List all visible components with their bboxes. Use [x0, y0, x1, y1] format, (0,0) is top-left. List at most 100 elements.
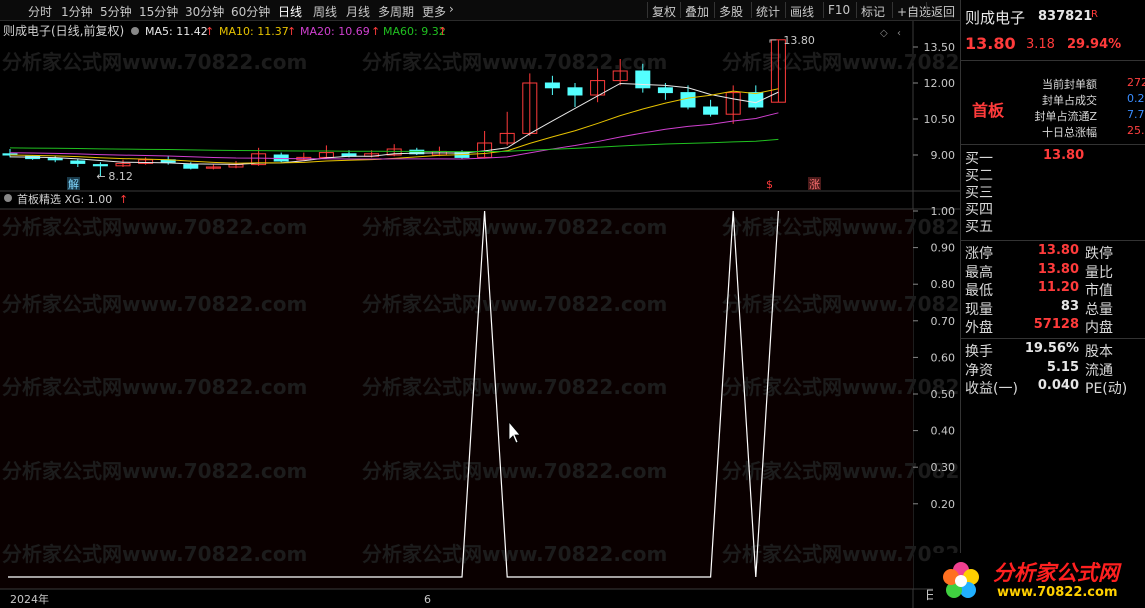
period-tab[interactable]: 日线 [278, 3, 302, 20]
detail-value: 57128 [1033, 317, 1079, 332]
arrow-up-icon: ↑ [371, 25, 380, 38]
chevron-right-icon[interactable]: › [449, 2, 454, 16]
watermark-text: 分析家公式网www.70822.com [362, 542, 667, 566]
fund-value: 5.15 [1046, 359, 1079, 375]
chart-area: 分析家公式网www.70822.com 分析家公式网www.70822.com 分析… [0, 21, 960, 608]
fund-label: PE(动) [1085, 381, 1128, 397]
toolbar-separator [823, 2, 824, 18]
code-suffix: R [1091, 9, 1098, 20]
watermark-text: 分析家公式网www.70822.com [362, 292, 667, 316]
quote-panel: 则成电子 837821 R 13.80 3.18 29.94% 首板 当前封单额… [925, 0, 1145, 608]
fund-label: 收益(一) [965, 381, 1018, 397]
toolbar-separator [785, 2, 786, 18]
toolbar-separator [647, 2, 648, 18]
stat-value: 2727 [1127, 76, 1145, 89]
watermark-text: 分析家公式网www.70822.com [2, 215, 307, 239]
detail-label: 最低 [965, 283, 993, 299]
toolbar-button[interactable]: 画线 [790, 3, 814, 20]
watermark-text: 分析家公式网www.70822.com [2, 459, 307, 483]
toolbar-button[interactable]: F10 [828, 3, 850, 17]
dollar-marker: $ [766, 178, 773, 191]
period-tab[interactable]: 更多 [422, 3, 446, 20]
toolbar-separator [680, 2, 681, 18]
price-axis-label: 12.00 [924, 77, 956, 90]
settings-dot-icon[interactable] [131, 27, 139, 35]
ma-legend: MA60: 9.32 [383, 25, 446, 38]
detail-label: 外盘 [965, 320, 993, 336]
detail-label: 内盘 [1085, 320, 1113, 336]
period-tab[interactable]: 月线 [346, 3, 370, 20]
chart-title: 则成电子(日线,前复权) [3, 23, 124, 38]
logo-url: www.70822.com [997, 585, 1118, 600]
chevron-left-icon[interactable]: ‹ [897, 28, 901, 39]
indicator-axis-label: 0.20 [931, 498, 956, 511]
low-price-label: 8.12 [108, 170, 132, 183]
stat-label: 封单占流通Z [1034, 110, 1097, 123]
fund-label: 净资 [965, 362, 993, 379]
current-price: 13.80 [965, 34, 1016, 53]
indicator-axis-label: 0.40 [931, 425, 956, 438]
candle-body [748, 92, 764, 108]
toolbar-button[interactable]: 标记 [861, 3, 885, 20]
candle-body [680, 92, 696, 108]
time-axis-label: 6 [424, 593, 431, 606]
arrow-up-icon: ↑ [119, 193, 128, 206]
stat-label: 封单占成交 [1042, 94, 1097, 107]
indicator-axis-label: 1.00 [931, 205, 956, 218]
indicator-axis-label: 0.60 [931, 351, 956, 364]
candle-body [92, 164, 108, 167]
watermark-text: 分析家公式网www.70822.com [362, 50, 667, 74]
watermark-text: 分析家公式网www.70822.com [722, 292, 960, 316]
price-axis-label: 9.00 [931, 149, 956, 162]
candle-body [657, 87, 673, 94]
period-tab[interactable]: 15分钟 [139, 3, 178, 20]
period-tab[interactable]: 5分钟 [100, 3, 132, 20]
period-tab[interactable]: 多周期 [378, 3, 414, 20]
watermark-text: 分析家公式网www.70822.com [2, 292, 307, 316]
high-price-label: 13.80 [783, 34, 815, 47]
detail-label: 跌停 [1085, 246, 1113, 262]
toolbar-button[interactable]: 叠加 [685, 3, 709, 20]
time-axis-label: 2024年 [10, 592, 49, 606]
period-tab[interactable]: 周线 [313, 3, 337, 20]
brand-logo: 分析家公式网 www.70822.com [933, 553, 1145, 608]
arrow-up-icon: ↑ [287, 25, 296, 38]
toolbar-button[interactable]: 复权 [652, 3, 676, 20]
divider [961, 240, 1145, 241]
stat-label: 当前封单额 [1042, 78, 1097, 91]
detail-value: 11.20 [1037, 280, 1079, 295]
detail-value: 83 [1060, 298, 1079, 314]
toolbar-button[interactable]: 多股 [719, 3, 743, 20]
price-axis-label: 13.50 [924, 41, 956, 54]
candle-body [567, 87, 583, 96]
period-tab[interactable]: 分时 [28, 3, 52, 20]
candle-body [183, 164, 199, 169]
toolbar-button[interactable]: 返回 [931, 3, 955, 20]
detail-label: 现量 [965, 301, 993, 318]
indicator-axis-label: 0.80 [931, 278, 956, 291]
indicator-pane-bg [0, 209, 913, 589]
limit-up-marker: 涨 [809, 178, 820, 191]
fund-value: 19.56% [1024, 341, 1079, 356]
detail-label: 量比 [1085, 264, 1113, 281]
period-tab[interactable]: 1分钟 [61, 3, 93, 20]
period-tab[interactable]: 60分钟 [231, 3, 270, 20]
candle-body [635, 70, 651, 89]
toolbar-separator [926, 2, 927, 18]
watermark-text: 分析家公式网www.70822.com [2, 50, 307, 74]
watermark-text: 分析家公式网www.70822.com [722, 375, 960, 399]
detail-label: 市值 [1085, 283, 1113, 299]
period-tab[interactable]: 30分钟 [185, 3, 224, 20]
price-change-pct: 29.94% [1067, 37, 1122, 52]
watermark-text: 分析家公式网www.70822.com [362, 375, 667, 399]
candle-body [70, 160, 86, 164]
bid-price: 13.80 [1043, 148, 1085, 163]
fund-label: 股本 [1085, 344, 1113, 360]
toolbar-button[interactable]: 统计 [756, 3, 780, 20]
diamond-icon[interactable]: ◇ [880, 28, 888, 39]
ma-legend: MA20: 10.69 [300, 25, 370, 38]
watermark-text: 分析家公式网www.70822.com [2, 542, 307, 566]
detail-label: 最高 [965, 264, 993, 281]
toolbar-separator [751, 2, 752, 18]
settings-dot-icon[interactable] [4, 194, 12, 202]
